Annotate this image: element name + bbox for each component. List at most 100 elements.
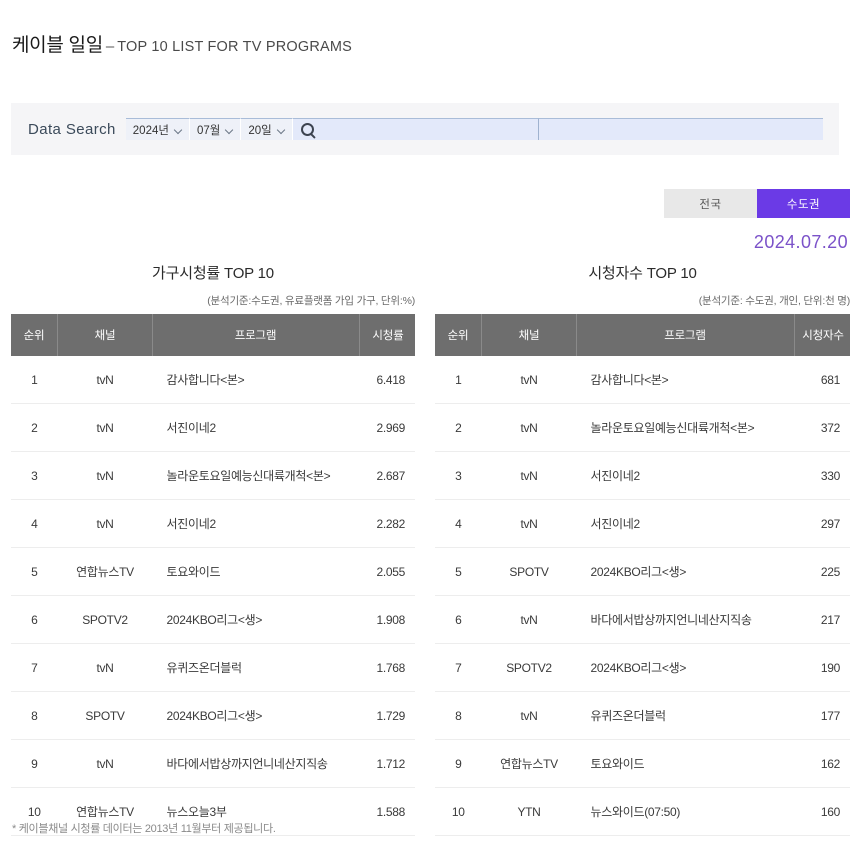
table-row[interactable]: 3 tvN 놀라운토요일예능신대륙개척<본> 2.687 xyxy=(11,451,415,500)
cell-value: 1.768 xyxy=(359,643,415,692)
month-select[interactable]: 07월 xyxy=(189,118,242,140)
search-icon[interactable] xyxy=(300,123,314,136)
cell-channel: tvN xyxy=(57,403,153,452)
viewer-count-table: 순위 채널 프로그램 시청자수 1 tvN 감사합니다<본> 681 2 tvN… xyxy=(435,314,850,836)
search-input[interactable] xyxy=(321,120,522,139)
cell-rank: 4 xyxy=(435,499,482,548)
year-select[interactable]: 2024년 xyxy=(125,118,190,140)
cell-value: 330 xyxy=(794,451,850,500)
col-header-channel: 채널 xyxy=(481,314,577,356)
col-header-program: 프로그램 xyxy=(152,314,360,356)
cell-value: 1.908 xyxy=(359,595,415,644)
cell-rank: 9 xyxy=(11,739,58,788)
month-select-value: 07월 xyxy=(196,124,221,137)
cell-channel: SPOTV2 xyxy=(481,643,577,692)
cell-rank: 8 xyxy=(11,691,58,740)
cell-program: 뉴스와이드(07:50) xyxy=(576,787,795,836)
table-row[interactable]: 10 YTN 뉴스와이드(07:50) 160 xyxy=(435,787,850,836)
table-row[interactable]: 4 tvN 서진이네2 297 xyxy=(435,499,850,548)
secondary-search-field[interactable] xyxy=(537,118,823,140)
cell-channel: 연합뉴스TV xyxy=(57,547,153,596)
cell-value: 1.712 xyxy=(359,739,415,788)
table-row[interactable]: 6 tvN 바다에서밥상까지언니네산지직송 217 xyxy=(435,595,850,644)
cell-program: 유퀴즈온더블럭 xyxy=(152,643,360,692)
cell-value: 2.687 xyxy=(359,451,415,500)
cell-channel: tvN xyxy=(481,499,577,548)
cell-channel: tvN xyxy=(481,403,577,452)
cell-rank: 1 xyxy=(435,356,482,404)
cell-rank: 9 xyxy=(435,739,482,788)
table-row[interactable]: 9 tvN 바다에서밥상까지언니네산지직송 1.712 xyxy=(11,739,415,788)
cell-channel: SPOTV xyxy=(57,691,153,740)
cell-value: 2.282 xyxy=(359,499,415,548)
table-header-row: 순위 채널 프로그램 시청자수 xyxy=(435,314,850,356)
cell-channel: tvN xyxy=(481,451,577,500)
table-row[interactable]: 2 tvN 서진이네2 2.969 xyxy=(11,403,415,452)
day-select[interactable]: 20일 xyxy=(241,118,293,140)
table-row[interactable]: 8 SPOTV 2024KBO리그<생> 1.729 xyxy=(11,691,415,740)
table-row[interactable]: 4 tvN 서진이네2 2.282 xyxy=(11,499,415,548)
cell-channel: tvN xyxy=(481,595,577,644)
cell-rank: 2 xyxy=(11,403,58,452)
cell-rank: 1 xyxy=(11,356,58,404)
cell-value: 6.418 xyxy=(359,356,415,404)
cell-program: 서진이네2 xyxy=(576,451,795,500)
cell-rank: 4 xyxy=(11,499,58,548)
table-row[interactable]: 8 tvN 유퀴즈온더블럭 177 xyxy=(435,691,850,740)
cell-channel: tvN xyxy=(481,356,577,404)
cell-channel: 연합뉴스TV xyxy=(481,739,577,788)
cell-program: 바다에서밥상까지언니네산지직송 xyxy=(576,595,795,644)
table-row[interactable]: 1 tvN 감사합니다<본> 681 xyxy=(435,356,850,404)
cell-rank: 3 xyxy=(435,451,482,500)
search-field[interactable] xyxy=(292,118,538,140)
cell-channel: tvN xyxy=(481,691,577,740)
household-rating-table-block: 가구시청률 TOP 10 (분석기준:수도권, 유료플랫폼 가입 가구, 단위:… xyxy=(0,262,425,836)
cell-value: 297 xyxy=(794,499,850,548)
region-tab-nationwide[interactable]: 전국 xyxy=(664,189,757,218)
col-header-channel: 채널 xyxy=(57,314,153,356)
cell-value: 225 xyxy=(794,547,850,596)
table-row[interactable]: 9 연합뉴스TV 토요와이드 162 xyxy=(435,739,850,788)
cell-program: 2024KBO리그<생> xyxy=(152,595,360,644)
table-header-row: 순위 채널 프로그램 시청률 xyxy=(11,314,415,356)
viewer-count-title: 시청자수 TOP 10 xyxy=(588,265,697,282)
cell-rank: 6 xyxy=(435,595,482,644)
cell-program: 감사합니다<본> xyxy=(576,356,795,404)
table-row[interactable]: 6 SPOTV2 2024KBO리그<생> 1.908 xyxy=(11,595,415,644)
cell-channel: YTN xyxy=(481,787,577,836)
cell-value: 162 xyxy=(794,739,850,788)
table-row[interactable]: 5 SPOTV 2024KBO리그<생> 225 xyxy=(435,547,850,596)
cell-rank: 3 xyxy=(11,451,58,500)
cell-value: 2.969 xyxy=(359,403,415,452)
cell-channel: tvN xyxy=(57,643,153,692)
cell-value: 2.055 xyxy=(359,547,415,596)
table-row[interactable]: 7 SPOTV2 2024KBO리그<생> 190 xyxy=(435,643,850,692)
household-rating-subtitle: (분석기준:수도권, 유료플랫폼 가입 가구, 단위:%) xyxy=(207,295,415,307)
cell-program: 2024KBO리그<생> xyxy=(576,547,795,596)
cell-rank: 8 xyxy=(435,691,482,740)
day-select-value: 20일 xyxy=(248,124,272,137)
table-row[interactable]: 7 tvN 유퀴즈온더블럭 1.768 xyxy=(11,643,415,692)
data-search-label: Data Search xyxy=(28,120,116,138)
region-tab-metro[interactable]: 수도권 xyxy=(757,189,850,218)
table-row[interactable]: 1 tvN 감사합니다<본> 6.418 xyxy=(11,356,415,404)
chevron-down-icon xyxy=(278,126,286,134)
table-row[interactable]: 5 연합뉴스TV 토요와이드 2.055 xyxy=(11,547,415,596)
cell-program: 놀라운토요일예능신대륙개척<본> xyxy=(576,403,795,452)
cell-rank: 7 xyxy=(435,643,482,692)
cell-program: 토요와이드 xyxy=(152,547,360,596)
chevron-down-icon xyxy=(175,126,183,134)
cell-value: 1.729 xyxy=(359,691,415,740)
table-row[interactable]: 2 tvN 놀라운토요일예능신대륙개척<본> 372 xyxy=(435,403,850,452)
cell-value: 217 xyxy=(794,595,850,644)
cell-channel: tvN xyxy=(57,356,153,404)
cell-program: 2024KBO리그<생> xyxy=(576,643,795,692)
viewer-count-subtitle: (분석기준: 수도권, 개인, 단위:천 명) xyxy=(698,295,850,307)
cell-channel: tvN xyxy=(57,739,153,788)
cell-program: 놀라운토요일예능신대륙개척<본> xyxy=(152,451,360,500)
cell-rank: 6 xyxy=(11,595,58,644)
report-date: 2024.07.20 xyxy=(753,232,848,252)
cell-rank: 5 xyxy=(11,547,58,596)
cell-program: 서진이네2 xyxy=(152,403,360,452)
table-row[interactable]: 3 tvN 서진이네2 330 xyxy=(435,451,850,500)
